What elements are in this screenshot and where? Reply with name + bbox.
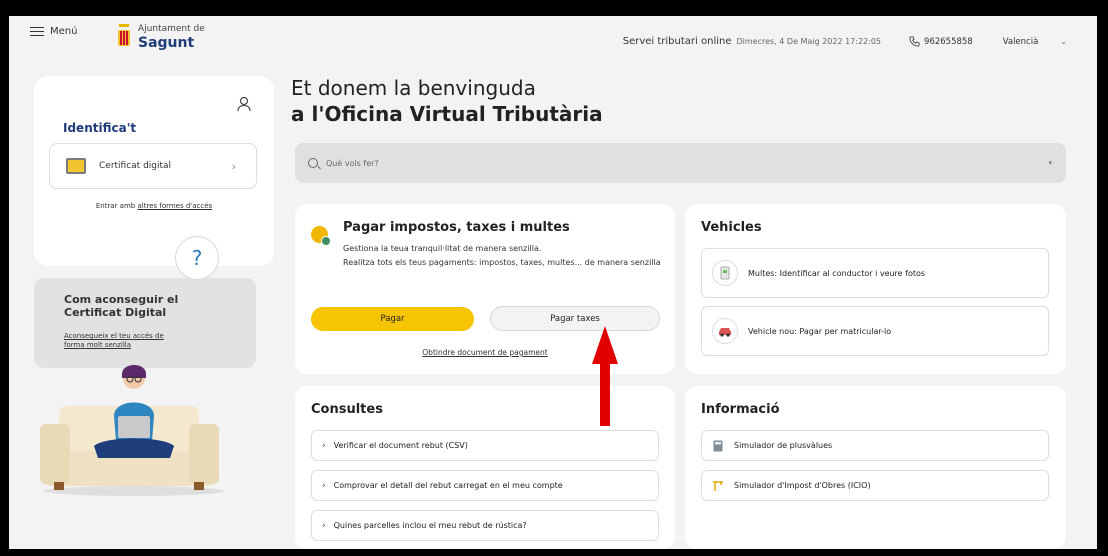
question-icon[interactable]: ? [175,236,219,280]
queries-title: Consultes [311,402,383,417]
date-time: Dimecres, 4 De Maig 2022 17:22:05 [736,37,882,46]
capital-gains-simulator-button[interactable]: Simulador de plusvàlues [701,430,1049,461]
query-label: Quines parcelles inclou el meu rebut de … [333,521,527,530]
phone-icon [909,36,920,47]
certificate-label: Certificat digital [99,161,172,171]
pay-title: Pagar impostos, taxes i multes [343,220,570,235]
vehicle-fines-label: Multes: Identificar al conductor i veure… [748,268,926,278]
search-input[interactable]: Què vols fer? ▾ [295,143,1066,183]
language-select[interactable]: Valencià [1003,37,1039,47]
logo-title: Sagunt [138,35,195,51]
menu-button[interactable]: Menú [30,26,77,37]
pay-button[interactable]: Pagar [311,307,474,331]
user-icon[interactable] [237,96,251,112]
coat-of-arms-icon [118,24,130,46]
welcome-heading: Et donem la benvinguda [291,76,536,100]
vehicles-card: Vehicles Multes: Identificar al conducto… [685,204,1066,374]
vehicle-fines-button[interactable]: Multes: Identificar al conductor i veure… [701,248,1049,298]
logo[interactable]: Ajuntament de Sagunt [116,22,205,51]
calculator-icon [712,440,724,452]
new-vehicle-label: Vehicle nou: Pagar per matricular-lo [748,326,892,336]
search-icon [308,158,318,168]
identify-card: Identifica't Certificat digital › Entrar… [34,76,274,266]
query-item[interactable]: › Comprovar el detall del rebut carregat… [311,470,659,501]
person-on-sofa-illustration [40,365,224,496]
phone[interactable]: 962655858 [909,36,973,47]
car-icon [712,318,738,344]
header-right: Servei tributari online Dimecres, 4 De M… [623,36,1067,47]
pay-description: Gestiona la teua tranquil·litat de maner… [343,242,663,270]
search-placeholder: Què vols fer? [326,158,379,168]
query-label: Comprovar el detall del rebut carregat e… [333,481,563,490]
menu-label: Menú [50,26,78,37]
alt-access-link[interactable]: altres formes d'accés [137,202,212,210]
alt-access-text: Entrar amb altres formes d'accés [34,202,274,210]
query-item[interactable]: › Verificar el document rebut (CSV) [311,430,659,461]
pay-subtitle-2: Realitza tots els teus pagaments: impost… [343,258,661,267]
fine-document-icon [712,260,738,286]
capital-gains-simulator-label: Simulador de plusvàlues [734,441,833,450]
information-card: Informació Simulador de plusvàlues Simul… [685,386,1066,549]
alt-access-prefix: Entrar amb [95,202,138,210]
chevron-right-icon: › [231,159,236,173]
pay-subtitle-1: Gestiona la teua tranquil·litat de maner… [343,244,542,253]
red-arrow-annotation [592,326,618,426]
chevron-right-icon: › [322,440,326,451]
certificate-help-title: Com aconseguir el Certificat Digital [64,293,179,319]
chevron-right-icon: › [322,520,326,531]
works-tax-simulator-label: Simulador d'Impost d'Obres (ICIO) [734,481,871,490]
vehicles-title: Vehicles [701,220,762,235]
identify-title: Identifica't [63,121,137,135]
caret-down-icon[interactable]: ▾ [1048,159,1052,167]
header: Menú Ajuntament de Sagunt Servei tributa… [9,16,1097,68]
chevron-right-icon: › [322,480,326,491]
new-vehicle-button[interactable]: Vehicle nou: Pagar per matricular-lo [701,306,1049,356]
crane-icon [712,480,724,492]
app-frame: Menú Ajuntament de Sagunt Servei tributa… [9,16,1097,549]
logo-subtitle: Ajuntament de [138,24,205,34]
phone-number: 962655858 [924,36,973,47]
welcome-title: a l'Oficina Virtual Tributària [291,102,603,126]
query-label: Verificar el document rebut (CSV) [333,441,468,450]
pay-taxes-button[interactable]: Pagar taxes [490,306,660,331]
service-title: Servei tributari online [622,36,732,47]
query-item[interactable]: › Quines parcelles inclou el meu rebut d… [311,510,659,541]
percent-coin-icon [311,226,331,246]
works-tax-simulator-button[interactable]: Simulador d'Impost d'Obres (ICIO) [701,470,1049,501]
information-title: Informació [701,402,780,417]
digital-certificate-button[interactable]: Certificat digital › [49,143,257,189]
chevron-down-icon[interactable]: ⌄ [1060,37,1067,46]
hamburger-icon [30,26,44,37]
certificate-icon [66,158,86,174]
